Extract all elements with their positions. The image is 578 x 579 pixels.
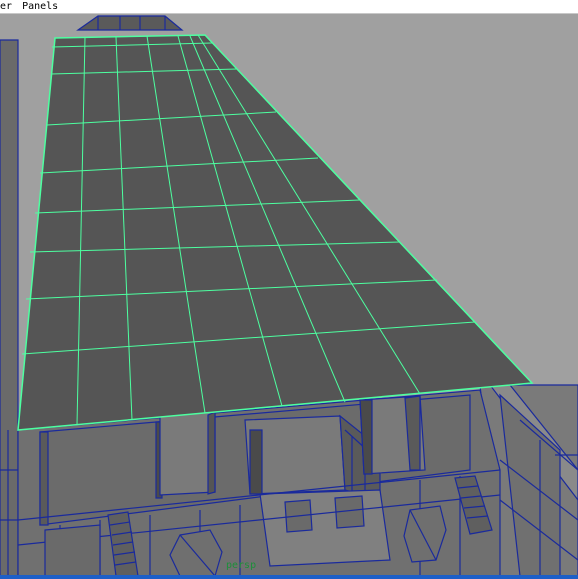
camera-label: persp: [226, 560, 256, 571]
perspective-viewport[interactable]: persp: [0, 14, 578, 576]
menu-item-panels[interactable]: Panels: [22, 1, 58, 12]
left-wall: [0, 39, 19, 576]
menu-bar: rer Panels: [0, 0, 578, 14]
taskbar: [0, 575, 578, 579]
menu-item-renderer[interactable]: rer: [0, 1, 12, 12]
